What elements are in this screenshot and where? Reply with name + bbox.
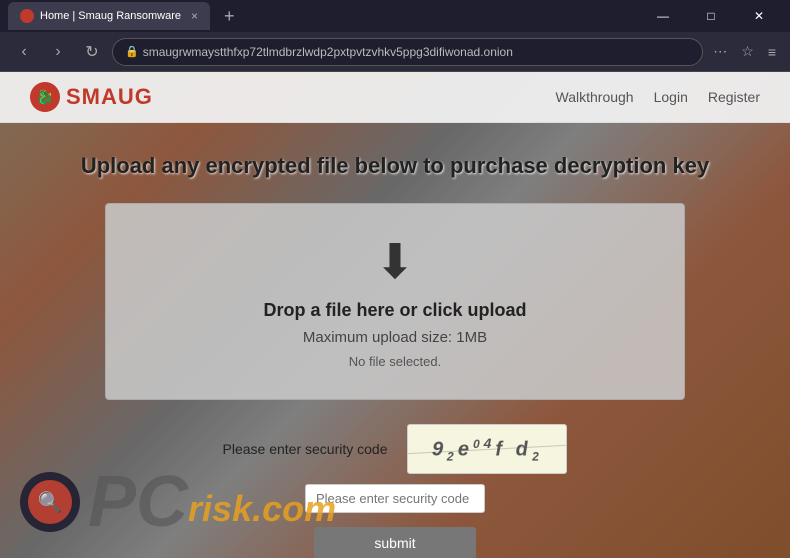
minimize-button[interactable]: — xyxy=(640,0,686,32)
new-tab-button[interactable]: + xyxy=(216,6,243,27)
extensions-icon[interactable]: ⋯ xyxy=(709,39,731,64)
upload-card[interactable]: ⬇ Drop a file here or click upload Maxim… xyxy=(105,203,685,400)
captcha-text: 92e04f d2 xyxy=(432,435,544,464)
window-controls: — □ ✕ xyxy=(640,0,782,32)
logo-dragon-icon: 🐉 xyxy=(36,89,53,106)
upload-icon: ⬇ xyxy=(375,234,415,290)
upload-status: No file selected. xyxy=(349,354,442,369)
security-code-input[interactable] xyxy=(305,484,485,513)
url-text: smaugrwmaystthfxp72tlmdbrzlwdp2pxtpvtzvh… xyxy=(143,45,691,59)
lock-icon: 🔒 xyxy=(125,45,139,58)
tab-strip: Home | Smaug Ransomware × + xyxy=(8,2,243,30)
security-row: Please enter security code 92e04f d2 xyxy=(223,424,568,474)
refresh-button[interactable]: ↻ xyxy=(78,38,106,66)
logo-text: SMAUG xyxy=(66,84,153,110)
title-bar: Home | Smaug Ransomware × + — □ ✕ xyxy=(0,0,790,32)
site-content: Upload any encrypted file below to purch… xyxy=(0,123,790,558)
browser-chrome: Home | Smaug Ransomware × + — □ ✕ ‹ › ↻ … xyxy=(0,0,790,72)
forward-button[interactable]: › xyxy=(44,38,72,66)
nav-login[interactable]: Login xyxy=(654,89,688,105)
upload-subtitle: Maximum upload size: 1MB xyxy=(303,329,487,346)
back-button[interactable]: ‹ xyxy=(10,38,38,66)
logo-icon: 🐉 xyxy=(30,82,60,112)
favorites-icon[interactable]: ☆ xyxy=(737,39,758,64)
settings-icon[interactable]: ≡ xyxy=(764,40,780,64)
close-window-button[interactable]: ✕ xyxy=(736,0,782,32)
security-label: Please enter security code xyxy=(223,441,388,457)
tab-favicon-icon xyxy=(20,9,34,23)
submit-button[interactable]: submit xyxy=(314,527,475,558)
url-bar[interactable]: 🔒 smaugrwmaystthfxp72tlmdbrzlwdp2pxtpvtz… xyxy=(112,38,703,66)
nav-links: Walkthrough Login Register xyxy=(556,89,760,105)
site-navbar: 🐉 SMAUG Walkthrough Login Register xyxy=(0,72,790,123)
security-code-section: Please enter security code 92e04f d2 sub… xyxy=(20,424,770,558)
captcha-image: 92e04f d2 xyxy=(407,424,567,474)
address-bar: ‹ › ↻ 🔒 smaugrwmaystthfxp72tlmdbrzlwdp2p… xyxy=(0,32,790,72)
tab-title: Home | Smaug Ransomware xyxy=(40,10,181,22)
site-wrapper: 🐉 SMAUG Walkthrough Login Register Uploa… xyxy=(0,72,790,558)
browser-toolbar: ⋯ ☆ ≡ xyxy=(709,39,780,64)
browser-content: 🐉 SMAUG Walkthrough Login Register Uploa… xyxy=(0,72,790,558)
upload-title: Drop a file here or click upload xyxy=(263,300,526,321)
nav-walkthrough[interactable]: Walkthrough xyxy=(556,89,634,105)
maximize-button[interactable]: □ xyxy=(688,0,734,32)
page-heading: Upload any encrypted file below to purch… xyxy=(81,153,709,179)
site-logo: 🐉 SMAUG xyxy=(30,82,153,112)
tab-close-button[interactable]: × xyxy=(191,9,198,23)
nav-register[interactable]: Register xyxy=(708,89,760,105)
active-tab[interactable]: Home | Smaug Ransomware × xyxy=(8,2,210,30)
